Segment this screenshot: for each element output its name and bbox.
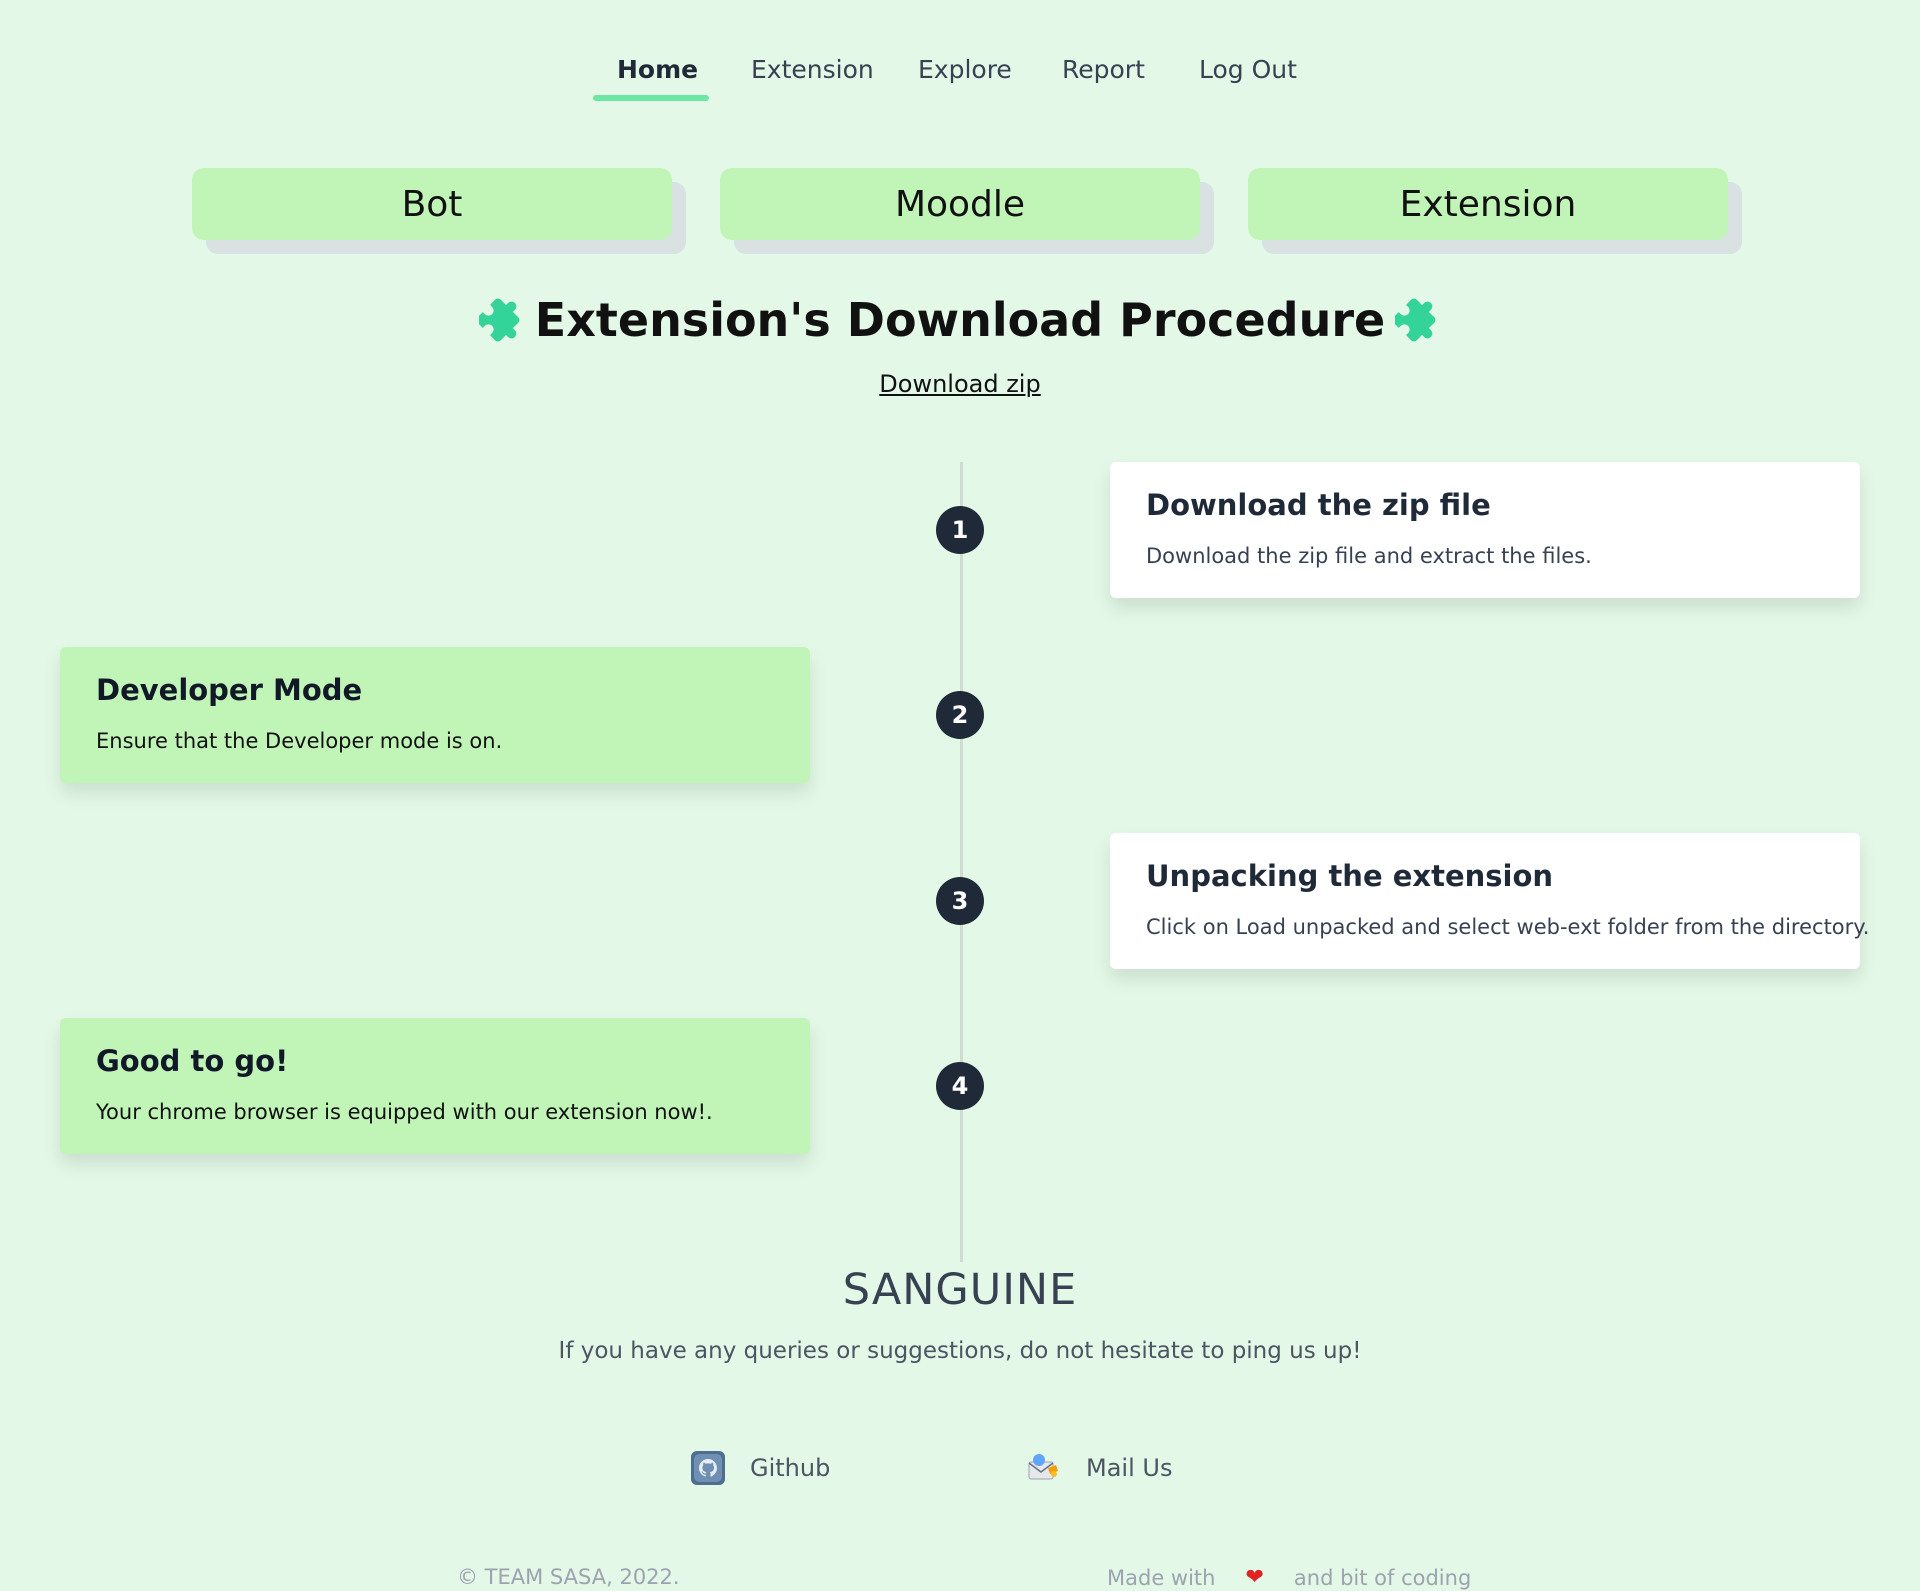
page-title: Extension's Download Procedure [534, 293, 1386, 347]
mail-label: Mail Us [1086, 1454, 1173, 1482]
puzzle-icon [478, 298, 520, 342]
step-number: 4 [936, 1062, 984, 1110]
nav-active-underline [593, 95, 709, 101]
step-number: 2 [936, 691, 984, 739]
step-title: Developer Mode [96, 673, 363, 707]
footer-tagline: If you have any queries or suggestions, … [558, 1338, 1362, 1364]
step-card: Unpacking the extension Click on Load un… [1110, 833, 1870, 969]
moodle-button-wrap: Moodle [720, 168, 1214, 254]
puzzle-icon [1395, 298, 1436, 342]
made-with-prefix: Made with [1107, 1565, 1216, 1590]
top-nav: Home Extension Explore Report Log Out [0, 40, 1920, 110]
nav-extension[interactable]: Extension [751, 40, 874, 100]
nav-report[interactable]: Report [1062, 40, 1145, 100]
mail-icon [1028, 1454, 1058, 1480]
extension-button-wrap: Extension [1248, 168, 1742, 254]
made-with-suffix: and bit of coding [1293, 1565, 1472, 1590]
bot-button[interactable]: Bot [192, 168, 672, 240]
step-card: Developer Mode Ensure that the Developer… [60, 647, 810, 783]
heart-icon: ❤ [1245, 1565, 1264, 1590]
github-icon [691, 1451, 725, 1485]
step-description: Download the zip file and extract the fi… [1146, 544, 1592, 568]
step-description: Click on Load unpacked and select web-ex… [1146, 915, 1870, 939]
step-description: Ensure that the Developer mode is on. [96, 729, 503, 753]
made-with: Made with ❤ and bit of coding [1107, 1565, 1471, 1590]
step-card: Download the zip file Download the zip f… [1110, 462, 1860, 598]
step-card: Good to go! Your chrome browser is equip… [60, 1018, 810, 1154]
nav-explore[interactable]: Explore [918, 40, 1012, 100]
page-heading: Extension's Download Procedure [0, 288, 1920, 352]
step-title: Good to go! [96, 1044, 289, 1078]
download-zip-link[interactable]: Download zip [879, 370, 1040, 398]
timeline-line [960, 462, 963, 1262]
bot-button-wrap: Bot [192, 168, 686, 254]
copyright: © TEAM SASA, 2022. [457, 1565, 680, 1589]
github-link[interactable]: Github [690, 1448, 830, 1488]
step-number: 1 [936, 506, 984, 554]
step-number: 3 [936, 877, 984, 925]
mail-link[interactable]: Mail Us [1026, 1448, 1172, 1488]
github-label: Github [750, 1454, 831, 1482]
nav-logout[interactable]: Log Out [1199, 40, 1297, 100]
step-description: Your chrome browser is equipped with our… [96, 1100, 713, 1124]
moodle-button[interactable]: Moodle [720, 168, 1200, 240]
nav-home[interactable]: Home [617, 40, 698, 100]
step-title: Unpacking the extension [1146, 859, 1554, 893]
download-link-wrap: Download zip [0, 370, 1920, 398]
extension-button[interactable]: Extension [1248, 168, 1728, 240]
footer-brand: SANGUINE [842, 1265, 1078, 1315]
step-title: Download the zip file [1146, 488, 1491, 522]
